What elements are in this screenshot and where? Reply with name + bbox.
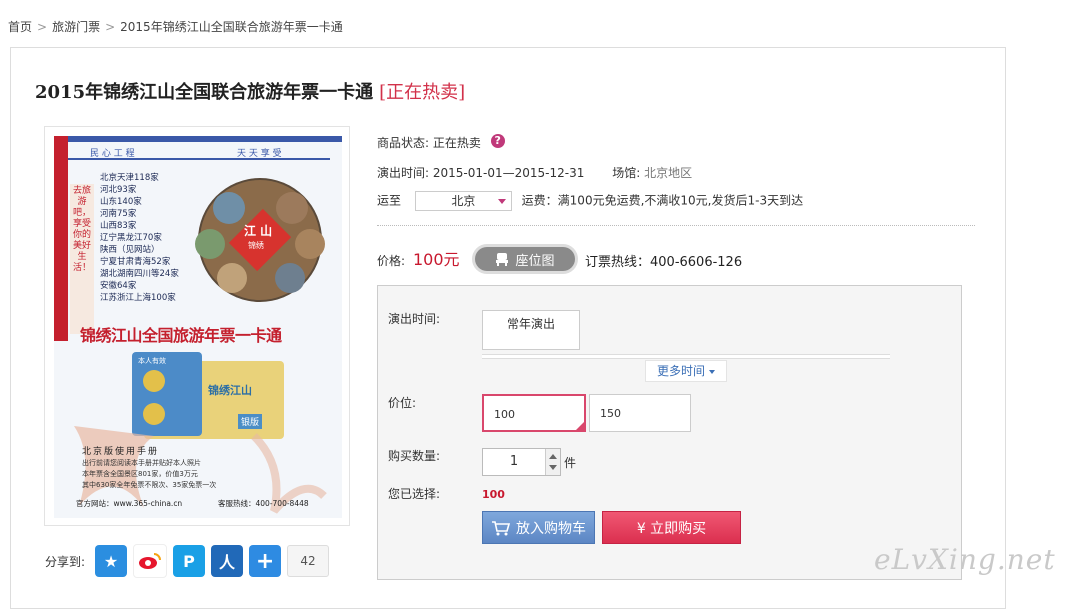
product-poster[interactable]: 民 心 工 程 天 天 享 受 去旅游吧，享受你的美好生活！ 北京天津118家 … [54, 136, 342, 518]
breadcrumb: 首页 > 旅游门票 >2015年锦绣江山全国联合旅游年票一卡通 [8, 18, 343, 35]
product-title: 2015年锦绣江山全国联合旅游年票一卡通 [正在热卖] [35, 78, 465, 104]
chevron-down-icon [709, 369, 715, 374]
poster-region-list: 北京天津118家 河北93家 山东140家 河南75家 山西83家 辽宁黑龙江7… [100, 172, 179, 304]
poster-region: 山西83家 [100, 221, 137, 231]
share-more-icon[interactable]: + [249, 545, 282, 577]
poster-website: 官方网站：www.365-china.cn [76, 499, 183, 508]
city-select[interactable]: 北京 [414, 191, 512, 211]
poster-manual-lines: 出行前请您阅读本手册并贴好本人照片 本年票含全国景区801家，价值3万元 其中6… [82, 458, 216, 491]
breadcrumb-tickets[interactable]: 旅游门票 [52, 20, 100, 34]
buy-now-button[interactable]: ¥ 立即购买 [602, 511, 741, 544]
poster-manual-title: 北京版使用手册 [82, 447, 160, 457]
watermark-logo: eLvXing.net [874, 543, 1056, 576]
status-row: 商品状态: 正在热卖 ? [377, 134, 505, 151]
poster-region: 河南75家 [100, 209, 137, 219]
poster-manual-line: 出行前请您阅读本手册并贴好本人照片 [82, 459, 201, 467]
poster-region: 辽宁黑龙江70家 [100, 233, 162, 243]
chosen-value: 100 [482, 488, 505, 501]
breadcrumb-current: 2015年锦绣江山全国联合旅游年票一卡通 [120, 20, 343, 34]
share-weibo-icon[interactable] [133, 544, 168, 578]
price-label: 价格: [377, 254, 406, 268]
product-title-text: 2015年锦绣江山全国联合旅游年票一卡通 [35, 82, 374, 103]
quantity-spinner[interactable] [545, 449, 560, 475]
venue-label: 场馆: [612, 166, 641, 180]
poster-region: 陕西（见网站） [100, 245, 160, 255]
poster-card-tier: 银版 [238, 414, 263, 429]
product-box: 2015年锦绣江山全国联合旅游年票一卡通 [正在热卖] 民 心 工 程 天 天 … [10, 47, 1006, 609]
share-qzone-icon[interactable]: ★ [95, 545, 128, 577]
share-label: 分享到: [45, 554, 86, 569]
poster-seal-text: 江 山 [244, 224, 273, 238]
option-qty-label: 购买数量: [388, 449, 441, 463]
poster-top-left: 民 心 工 程 [90, 149, 135, 159]
time-option[interactable]: 常年演出 [482, 310, 580, 350]
poster-region: 湖北湖南四川等24家 [100, 269, 179, 279]
venue-value: 北京地区 [644, 166, 693, 180]
ship-note: 运费：满100元免运费,不满收10元,发货后1-3天到达 [521, 193, 804, 208]
product-image-frame: 民 心 工 程 天 天 享 受 去旅游吧，享受你的美好生活！ 北京天津118家 … [44, 126, 350, 526]
more-time-divider [482, 354, 890, 359]
time-value: 2015-01-01—2015-12-31 [432, 166, 585, 180]
poster-card-label: 本人有效 [138, 357, 166, 365]
shipping-row: 运至 北京 运费：满100元免运费,不满收10元,发货后1-3天到达 [377, 191, 803, 211]
breadcrumb-home[interactable]: 首页 [8, 20, 32, 34]
poster-region: 河北93家 [100, 185, 137, 195]
poster-top-right: 天 天 享 受 [237, 149, 282, 159]
add-to-cart-button[interactable]: 放入购物车 [482, 511, 595, 544]
chosen-label: 您已选择: [388, 487, 441, 501]
increment-icon[interactable] [549, 454, 557, 459]
add-to-cart-label: 放入购物车 [516, 520, 586, 537]
more-time-button[interactable]: 更多时间 [645, 360, 727, 382]
poster-region: 江苏浙江上海100家 [100, 293, 176, 303]
poster-region: 宁夏甘肃青海52家 [100, 257, 171, 267]
quantity-unit: 件 [564, 456, 577, 470]
share-bar: 分享到: ★ P 人 + 42 [45, 544, 330, 578]
poster-manual-line: 其中630家全年免票不限次、35家免票一次 [82, 481, 217, 489]
more-time-label: 更多时间 [656, 364, 705, 378]
poster-region: 北京天津118家 [100, 173, 159, 183]
price-option-selected[interactable]: 100 [482, 394, 586, 432]
share-count: 42 [287, 545, 330, 577]
city-select-value: 北京 [451, 194, 476, 208]
poster-side-text: 去旅游吧，享受你的美好生活！ [72, 186, 91, 273]
quantity-stepper[interactable]: 1 [482, 448, 561, 476]
time-row: 演出时间: 2015-01-01—2015-12-31 场馆: 北京地区 [377, 164, 692, 181]
booking-hotline: 订票热线：400-6606-126 [585, 255, 743, 270]
share-tencent-weibo-icon[interactable]: P [173, 545, 206, 577]
seat-map-label: 座位图 [515, 253, 555, 269]
poster-manual-line: 本年票含全国景区801家，价值3万元 [82, 470, 198, 478]
chevron-down-icon [497, 199, 506, 204]
ship-label: 运至 [377, 193, 402, 208]
cart-icon [492, 520, 511, 535]
seat-map-button[interactable]: 座位图 [475, 247, 575, 271]
quantity-input[interactable]: 1 [483, 449, 545, 475]
poster-headline: 锦绣江山全国旅游年票一卡通 [80, 326, 282, 345]
decrement-icon[interactable] [549, 465, 557, 470]
status-value: 正在热卖 [432, 136, 481, 150]
option-time-label: 演出时间: [388, 312, 441, 326]
breadcrumb-separator: > [105, 20, 116, 34]
time-label: 演出时间: [377, 166, 430, 180]
options-panel: 演出时间: 常年演出 更多时间 价位: 100 150 购买数量: 1 件 您已… [377, 285, 962, 580]
breadcrumb-separator: > [37, 20, 48, 34]
poster-region: 安徽64家 [100, 281, 137, 291]
status-label: 商品状态: [377, 136, 430, 150]
seat-icon [496, 253, 509, 266]
option-price-label: 价位: [388, 396, 417, 410]
buy-now-label: ¥ 立即购买 [636, 520, 707, 537]
poster-region: 山东140家 [100, 197, 142, 207]
price-option[interactable]: 150 [589, 394, 691, 432]
divider [377, 225, 975, 226]
poster-seal-sub: 锦绣 [248, 241, 264, 250]
price-value: 100元 [413, 250, 460, 269]
hot-tag: [正在热卖] [379, 82, 466, 103]
poster-card-brand: 锦绣江山 [208, 384, 252, 397]
share-renren-icon[interactable]: 人 [211, 545, 244, 577]
help-icon[interactable]: ? [490, 134, 505, 148]
poster-service-phone: 客服热线：400-700-8448 [218, 499, 309, 508]
